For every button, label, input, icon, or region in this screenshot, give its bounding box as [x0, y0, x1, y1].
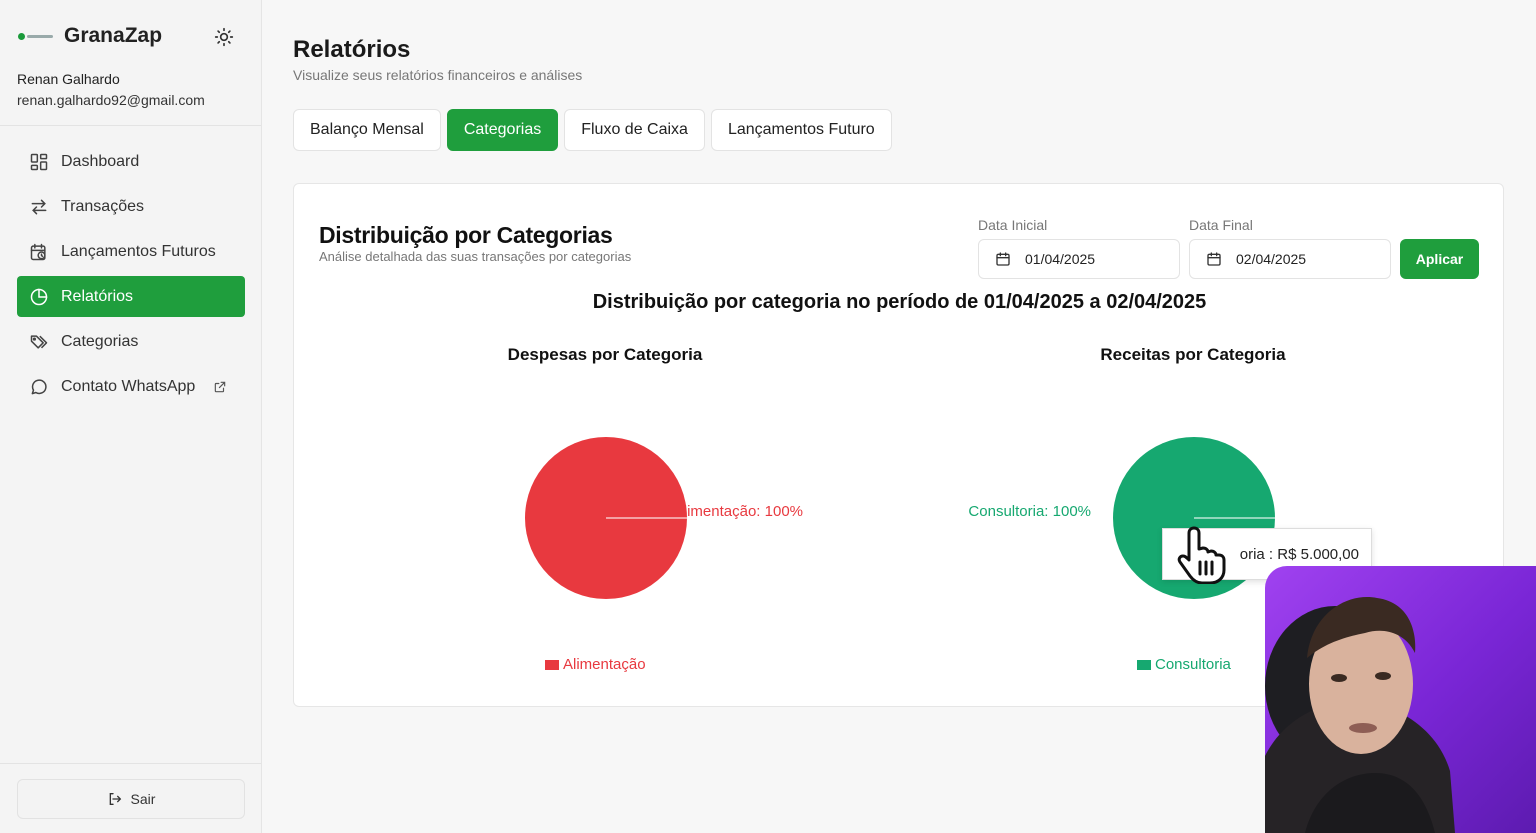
legend-swatch — [1137, 659, 1151, 670]
sidebar: GranaZap Renan Galhardo renan.galhardo92… — [0, 0, 262, 833]
external-link-icon — [215, 381, 226, 392]
arrows-icon — [31, 199, 47, 214]
sidebar-item-relatorios[interactable]: Relatórios — [17, 276, 245, 317]
tab-balanco-mensal[interactable]: Balanço Mensal — [293, 109, 441, 151]
calendar-icon — [996, 252, 1010, 266]
sidebar-item-label: Lançamentos Futuros — [61, 242, 216, 260]
apply-button[interactable]: Aplicar — [1400, 239, 1479, 279]
brand-name: GranaZap — [64, 24, 163, 47]
report-tabs: Balanço Mensal Categorias Fluxo de Caixa… — [293, 109, 892, 151]
sidebar-item-lancamentos-futuros[interactable]: Lançamentos Futuros — [17, 231, 245, 272]
report-title: Distribuição por Categorias — [319, 222, 613, 248]
brand[interactable]: GranaZap — [18, 24, 162, 48]
logout-button[interactable]: Sair — [17, 779, 245, 819]
divider — [0, 125, 261, 126]
sidebar-item-label: Contato WhatsApp — [61, 377, 196, 395]
sidebar-item-dashboard[interactable]: Dashboard — [17, 141, 245, 182]
logout-label: Sair — [130, 791, 156, 807]
calendar-icon — [1207, 252, 1221, 266]
expense-legend[interactable]: Alimentação — [545, 656, 646, 673]
income-chart-title: Receitas por Categoria — [1100, 345, 1286, 364]
period-title: Distribuição por categoria no período de… — [592, 291, 1207, 313]
brand-logo — [18, 30, 54, 42]
report-description: Análise detalhada das suas transações po… — [319, 249, 632, 264]
webcam-overlay — [1265, 566, 1536, 833]
sidebar-item-label: Transações — [61, 197, 144, 215]
income-legend[interactable]: Consultoria — [1137, 656, 1231, 673]
divider — [0, 763, 261, 764]
start-date-value: 01/04/2025 — [1025, 251, 1096, 267]
dashboard-icon — [30, 153, 48, 170]
tooltip-text: oria : R$ 5.000,00 — [1239, 545, 1359, 563]
tab-categorias[interactable]: Categorias — [446, 109, 559, 151]
page-title: Relatórios — [293, 36, 411, 63]
tags-icon — [30, 334, 48, 349]
sidebar-nav: Dashboard Transações Lançamentos Futuros… — [17, 141, 245, 411]
sidebar-item-contato-whatsapp[interactable]: Contato WhatsApp — [17, 366, 245, 407]
end-date-input[interactable]: 02/04/2025 — [1189, 239, 1391, 279]
calendar-clock-icon — [30, 243, 46, 260]
legend-label: Alimentação — [563, 656, 646, 673]
legend-swatch — [545, 659, 559, 670]
sun-icon[interactable] — [214, 27, 234, 47]
hand-cursor-icon — [1177, 526, 1226, 584]
end-date-label: Data Final — [1189, 217, 1253, 233]
start-date-label: Data Inicial — [978, 217, 1048, 233]
start-date-input[interactable]: 01/04/2025 — [978, 239, 1180, 279]
expense-pie-chart — [525, 437, 687, 599]
logout-icon — [109, 793, 121, 805]
user-name: Renan Galhardo — [17, 71, 120, 87]
chat-icon — [31, 378, 47, 394]
user-email: renan.galhardo92@gmail.com — [17, 92, 205, 108]
pie-chart-icon — [30, 288, 48, 305]
page-subtitle: Visualize seus relatórios financeiros e … — [293, 67, 583, 83]
end-date-value: 02/04/2025 — [1236, 251, 1307, 267]
sidebar-item-label: Categorias — [61, 332, 139, 350]
expense-chart-title: Despesas por Categoria — [507, 345, 703, 364]
sidebar-item-label: Dashboard — [61, 152, 140, 170]
income-slice-label: Consultoria: 100% — [968, 503, 1091, 520]
sidebar-item-label: Relatórios — [61, 287, 134, 305]
sidebar-item-categorias[interactable]: Categorias — [17, 321, 245, 362]
tab-lancamentos-futuro[interactable]: Lançamentos Futuro — [710, 109, 892, 151]
sidebar-item-transacoes[interactable]: Transações — [17, 186, 245, 227]
expense-slice-label: Alimentação: 100% — [673, 503, 803, 520]
legend-label: Consultoria — [1155, 656, 1231, 673]
tab-fluxo-de-caixa[interactable]: Fluxo de Caixa — [564, 109, 705, 151]
presenter-video — [1265, 597, 1455, 833]
